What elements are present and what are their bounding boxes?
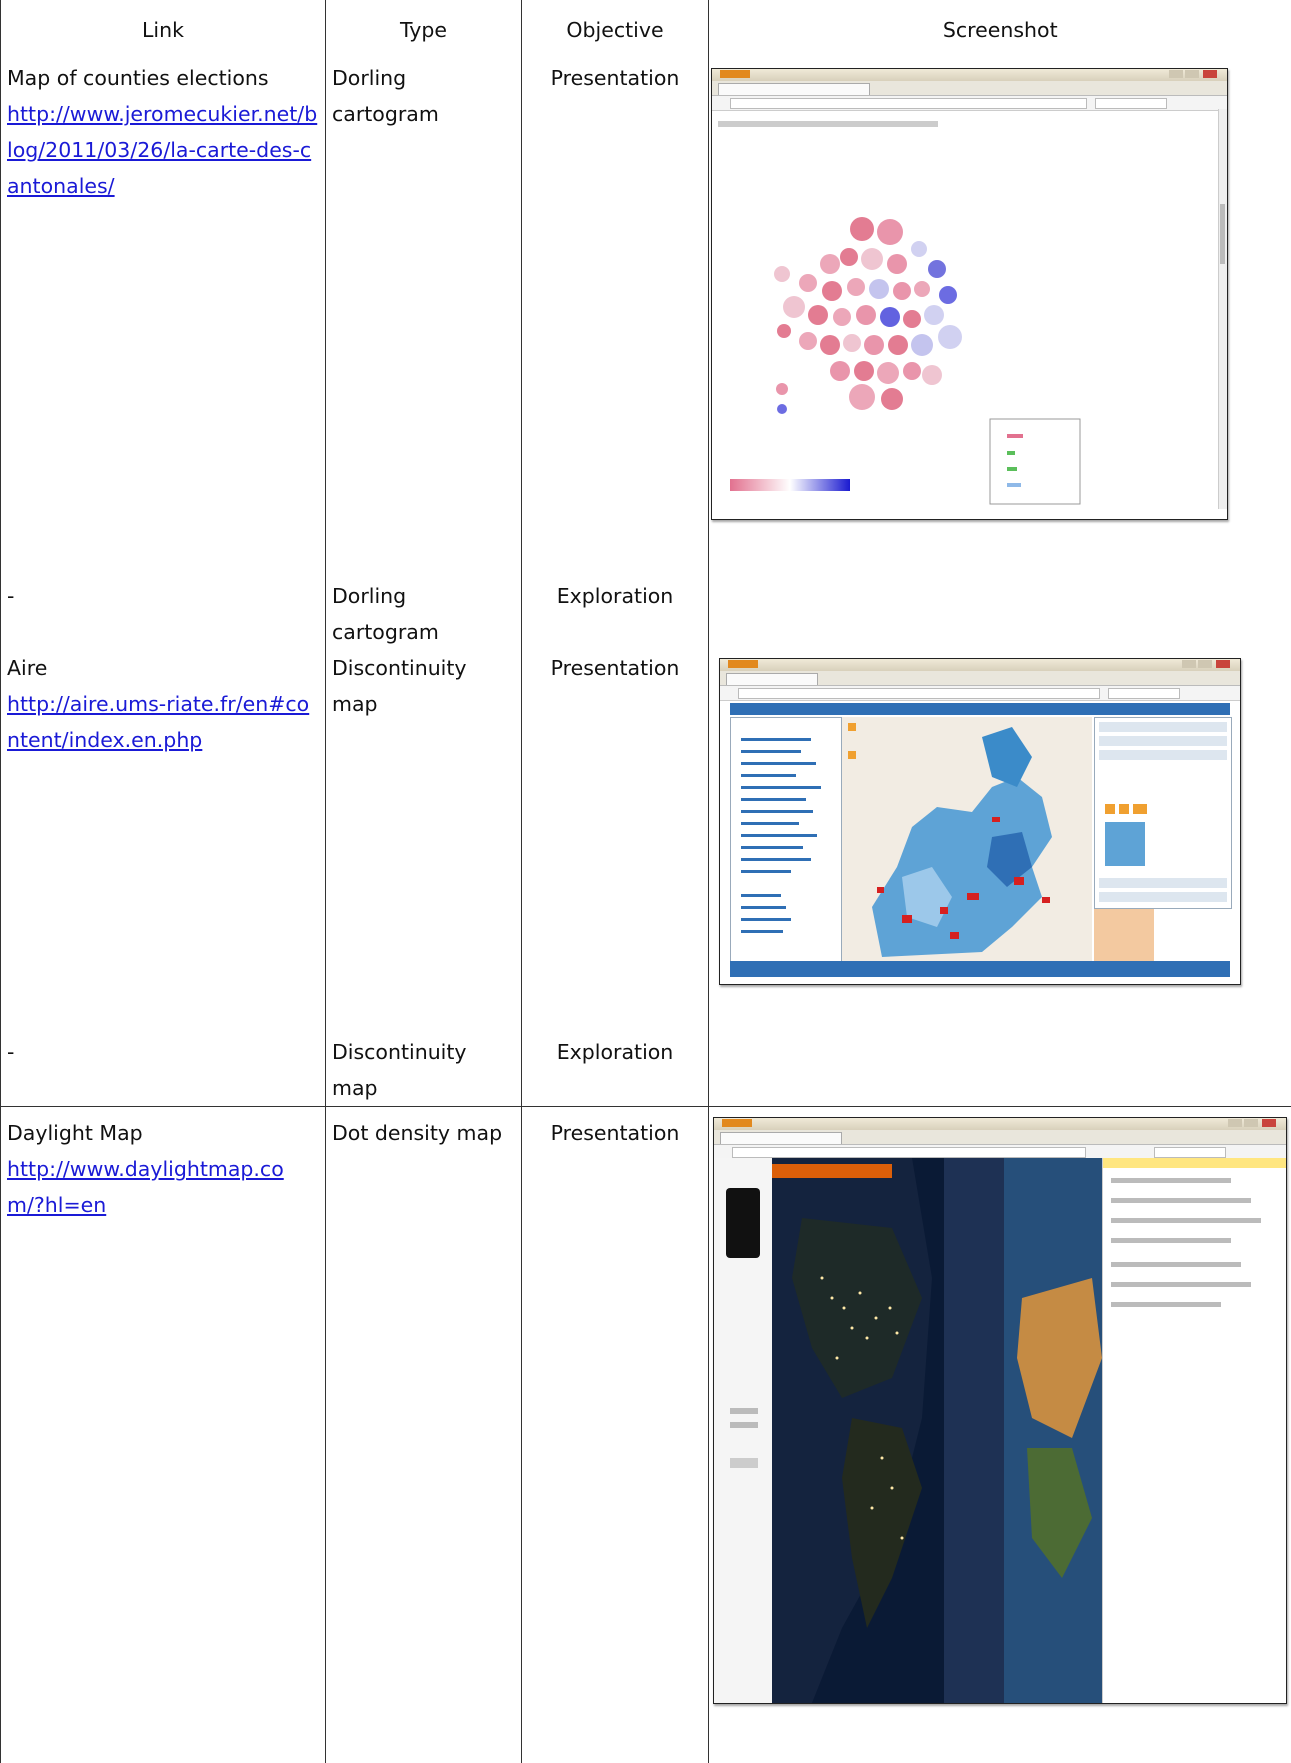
row-url-link[interactable]: http://www.daylightmap.com/?hl=en — [7, 1157, 284, 1217]
row-title: - — [7, 578, 319, 614]
objective-cell: Presentation — [522, 60, 709, 578]
link-cell: Aire http://aire.ums-riate.fr/en#content… — [1, 650, 326, 1034]
link-cell: Daylight Map http://www.daylightmap.com/… — [1, 1107, 326, 1763]
screenshots-table: Link Type Objective Screenshot Map of co… — [0, 0, 1291, 1763]
table-row: - Dorling cartogram Exploration — [1, 578, 1291, 650]
row-url-link[interactable]: http://aire.ums-riate.fr/en#content/inde… — [7, 692, 309, 752]
type-cell: Discontinuity map — [326, 1034, 522, 1107]
aire-options-panel — [1094, 717, 1232, 909]
table-row: Map of counties elections http://www.jer… — [1, 60, 1291, 578]
link-cell: Map of counties elections http://www.jer… — [1, 60, 326, 578]
table-row: Daylight Map http://www.daylightmap.com/… — [1, 1107, 1291, 1763]
aire-screenshot — [719, 658, 1241, 985]
cartogram-screenshot — [711, 68, 1228, 520]
aire-toolbar — [730, 961, 1230, 977]
link-cell: - — [1, 1034, 326, 1107]
link-cell: - — [1, 578, 326, 650]
row-title: - — [7, 1034, 319, 1070]
row-title: Map of counties elections — [7, 60, 319, 96]
screenshot-cell — [709, 650, 1291, 1034]
browser-tabbar — [720, 671, 1240, 686]
screenshot-cell — [709, 1034, 1291, 1107]
daylight-screenshot — [713, 1117, 1287, 1704]
objective-cell: Presentation — [522, 1107, 709, 1763]
objective-cell: Exploration — [522, 1034, 709, 1107]
dorling-cartogram — [712, 69, 1227, 519]
browser-titlebar — [720, 659, 1240, 671]
aire-menu-panel — [730, 717, 842, 963]
daylight-left-panel — [714, 1158, 773, 1703]
aire-europe-map — [842, 717, 1092, 961]
screenshot-cell — [709, 578, 1291, 650]
table-row: - Discontinuity map Exploration — [1, 1034, 1291, 1107]
browser-tabbar — [714, 1130, 1286, 1145]
type-cell: Dorling cartogram — [326, 578, 522, 650]
table-row: Aire http://aire.ums-riate.fr/en#content… — [1, 650, 1291, 1034]
header-screenshot: Screenshot — [709, 0, 1291, 60]
header-row: Link Type Objective Screenshot — [1, 0, 1291, 60]
header-objective: Objective — [522, 0, 709, 60]
type-cell: Discontinuity map — [326, 650, 522, 1034]
browser-urlbar — [720, 686, 1240, 701]
aire-header-bar — [730, 703, 1230, 715]
daylight-right-panel — [1102, 1158, 1286, 1703]
type-cell: Dot density map — [326, 1107, 522, 1763]
screenshot-cell — [709, 1107, 1291, 1763]
objective-cell: Exploration — [522, 578, 709, 650]
header-type: Type — [326, 0, 522, 60]
header-link: Link — [1, 0, 326, 60]
row-title: Daylight Map — [7, 1115, 319, 1151]
row-url-link[interactable]: http://www.jeromecukier.net/blog/2011/03… — [7, 102, 317, 198]
scrollbar[interactable] — [1218, 109, 1227, 509]
row-title: Aire — [7, 650, 319, 686]
browser-titlebar — [714, 1118, 1286, 1130]
daylight-map — [772, 1158, 1102, 1703]
type-cell: Dorling cartogram — [326, 60, 522, 578]
screenshot-cell — [709, 60, 1291, 578]
objective-cell: Presentation — [522, 650, 709, 1034]
aire-minimap — [1094, 909, 1154, 961]
